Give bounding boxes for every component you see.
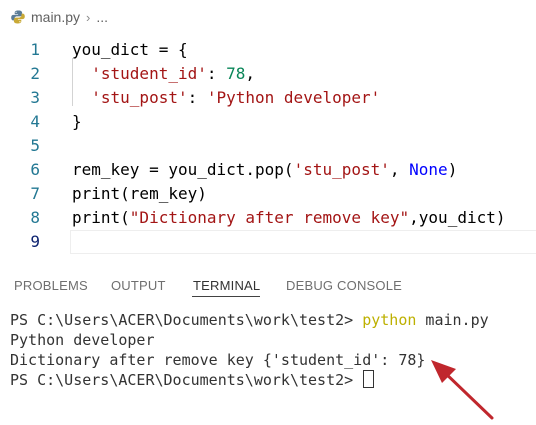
annotation-arrow: [431, 360, 494, 420]
